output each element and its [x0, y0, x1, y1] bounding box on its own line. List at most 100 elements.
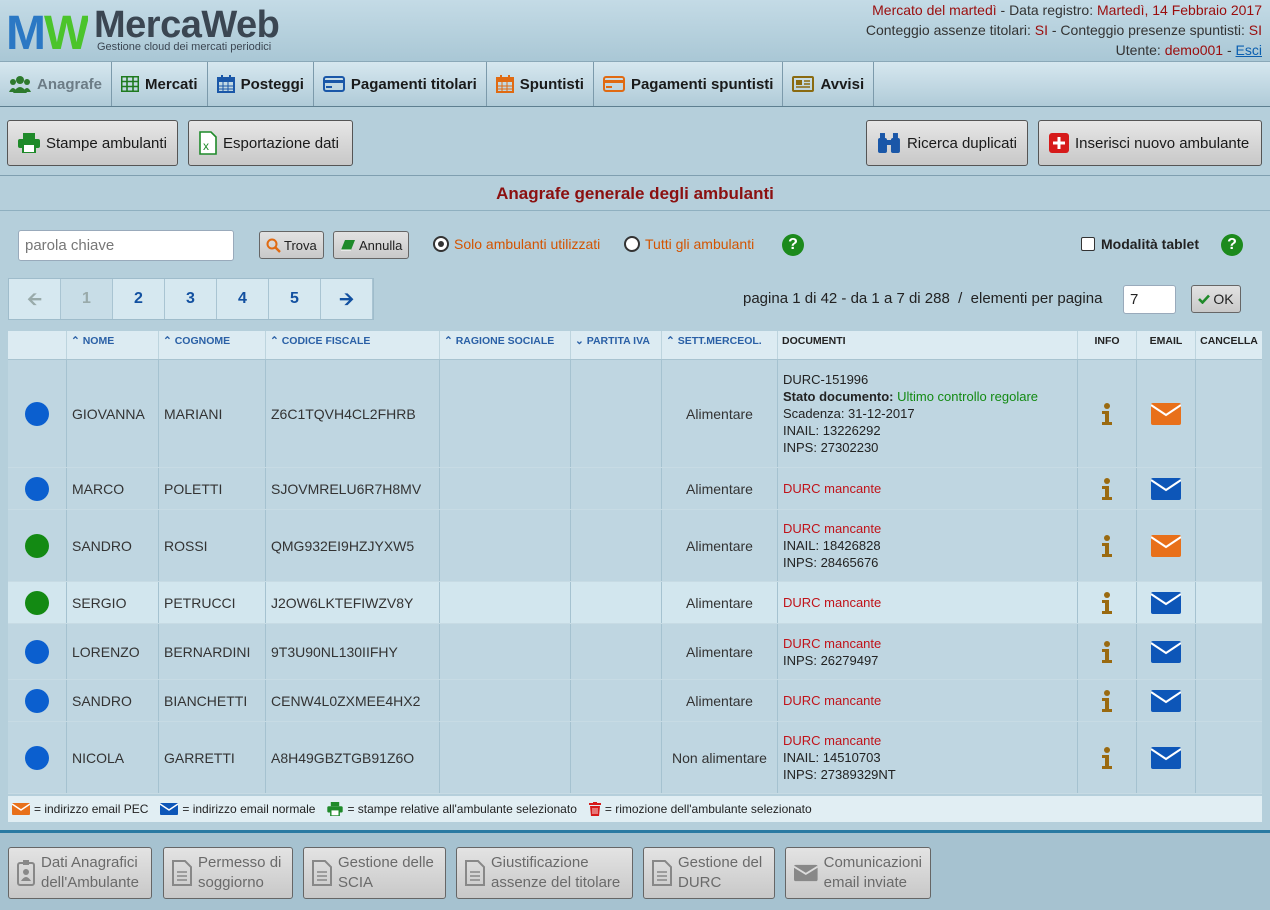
legend-normal-label: = indirizzo email normale	[182, 802, 316, 816]
export-button[interactable]: x Esportazione dati	[188, 120, 353, 166]
document-line: INAIL: 14510703	[783, 750, 881, 765]
sort-up-icon: ⌃	[163, 335, 175, 347]
grid-icon	[121, 76, 140, 92]
email-button[interactable]	[1137, 624, 1196, 679]
settore-cell: Alimentare	[662, 360, 778, 467]
page-link[interactable]: 1	[61, 279, 113, 319]
page-link[interactable]: 3	[165, 279, 217, 319]
document-line: INPS: 28465676	[783, 555, 879, 570]
info-button[interactable]	[1078, 360, 1137, 467]
status-dot-icon	[25, 590, 49, 615]
col-nome[interactable]: ⌃ NOME	[67, 331, 159, 359]
col-ragione-sociale[interactable]: ⌃ RAGIONE SOCIALE	[440, 331, 571, 359]
sent-emails-button[interactable]: Comunicazioni email inviate	[785, 847, 931, 899]
find-button[interactable]: Trova	[259, 231, 324, 259]
residence-permit-button[interactable]: Permesso di soggiorno	[163, 847, 293, 899]
tab-posteggi[interactable]: Posteggi	[208, 62, 314, 106]
plus-square-icon	[1049, 133, 1069, 153]
help-icon[interactable]: ?	[782, 234, 804, 256]
add-vendor-button[interactable]: Inserisci nuovo ambulante	[1038, 120, 1262, 166]
email-button[interactable]	[1137, 722, 1196, 793]
legend-delete-label: = rimozione dell'ambulante selezionato	[604, 802, 812, 816]
table-row[interactable]: GIOVANNA MARIANI Z6C1TQVH4CL2FHRB Alimentar…	[8, 360, 1262, 468]
info-icon	[1102, 402, 1112, 425]
legend-item: = indirizzo email normale	[160, 802, 315, 816]
logout-link[interactable]: Esci	[1236, 42, 1262, 58]
tab-pagamenti-spuntisti[interactable]: Pagamenti spuntisti	[594, 62, 784, 106]
table-row[interactable]: SANDRO BIANCHETTI CENW4L0ZXMEE4HX2 Alimenta…	[8, 680, 1262, 722]
settore-cell: Alimentare	[662, 468, 778, 509]
codice-fiscale-cell: A8H49GBZTGB91Z6O	[266, 722, 440, 793]
email-button[interactable]	[1137, 582, 1196, 623]
page-link[interactable]: 5	[269, 279, 321, 319]
printer-icon	[327, 802, 344, 816]
delete-cell	[1196, 680, 1262, 721]
user-label: Utente:	[1115, 42, 1165, 58]
help-icon[interactable]: ?	[1221, 234, 1243, 256]
info-button[interactable]	[1078, 624, 1137, 679]
info-button[interactable]	[1078, 582, 1137, 623]
document-icon	[465, 860, 485, 886]
tab-avvisi[interactable]: Avvisi	[783, 62, 875, 106]
radio-all-vendors[interactable]: Tutti gli ambulanti	[624, 236, 754, 252]
radio-used-vendors[interactable]: Solo ambulanti utilizzati	[433, 236, 600, 252]
per-page-input[interactable]: 7	[1123, 285, 1176, 314]
tablet-mode-checkbox[interactable]: Modalità tablet	[1081, 236, 1199, 252]
col-settore[interactable]: ⌃ SETT.MERCEOL.	[662, 331, 778, 359]
cancel-button[interactable]: Annulla	[333, 231, 410, 259]
info-button[interactable]	[1078, 468, 1137, 509]
status-cell	[8, 510, 67, 581]
duplicates-button[interactable]: Ricerca duplicati	[866, 120, 1028, 166]
legend-item: = rimozione dell'ambulante selezionato	[588, 802, 812, 816]
tab-pagamenti-titolari[interactable]: Pagamenti titolari	[314, 62, 487, 106]
table-row[interactable]: LORENZO BERNARDINI 9T3U90NL130IIFHY Aliment…	[8, 624, 1262, 680]
page-link[interactable]: 2	[113, 279, 165, 319]
document-line: INPS: 27302230	[783, 440, 879, 455]
col-codice-fiscale[interactable]: ⌃ CODICE FISCALE	[266, 331, 440, 359]
partita-iva-cell	[571, 722, 662, 793]
table-row[interactable]: SANDRO ROSSI QMG932EI9HZJYXW5 Alimentare DUR…	[8, 510, 1262, 582]
envelope-icon	[160, 803, 179, 815]
page-link[interactable]: 4	[217, 279, 269, 319]
col-partita-iva[interactable]: ⌄ PARTITA IVA	[571, 331, 662, 359]
search-input[interactable]	[18, 230, 234, 261]
scia-button[interactable]: Gestione delle SCIA	[303, 847, 446, 899]
svg-text:x: x	[203, 139, 209, 153]
tab-mercati[interactable]: Mercati	[112, 62, 208, 106]
legend-pec-label: = indirizzo email PEC	[34, 802, 149, 816]
col-info: INFO	[1078, 331, 1137, 359]
status-cell	[8, 360, 67, 467]
info-button[interactable]	[1078, 722, 1137, 793]
ok-button[interactable]: OK	[1191, 285, 1241, 313]
email-button[interactable]	[1137, 468, 1196, 509]
info-icon	[1102, 591, 1112, 614]
vendors-table: ⌃ NOME ⌃ COGNOME ⌃ CODICE FISCALE ⌃ RAGI…	[8, 331, 1262, 794]
table-row[interactable]: NICOLA GARRETTI A8H49GBZTGB91Z6O Non alimen…	[8, 722, 1262, 794]
info-button[interactable]	[1078, 680, 1137, 721]
col-cancella: CANCELLA	[1200, 335, 1258, 347]
col-cognome[interactable]: ⌃ COGNOME	[159, 331, 266, 359]
absences-justification-button[interactable]: Giustificazione assenze del titolare	[456, 847, 633, 899]
email-button[interactable]	[1137, 360, 1196, 467]
newspaper-icon	[792, 76, 815, 92]
tab-spuntisti[interactable]: Spuntisti	[487, 62, 594, 106]
tab-label: Spuntisti	[519, 75, 584, 93]
ragione-sociale-cell	[440, 510, 571, 581]
email-button[interactable]	[1137, 510, 1196, 581]
settore-cell: Alimentare	[662, 624, 778, 679]
info-icon	[1102, 534, 1112, 557]
table-row[interactable]: MARCO POLETTI SJOVMRELU6R7H8MV Alimentare DU…	[8, 468, 1262, 510]
prev-page-arrow-icon[interactable]: 🡨	[9, 279, 61, 319]
print-button[interactable]: Stampe ambulanti	[7, 120, 178, 166]
durc-button[interactable]: Gestione del DURC	[643, 847, 775, 899]
email-button[interactable]	[1137, 680, 1196, 721]
table-row[interactable]: SERGIO PETRUCCI J2OW6LKTEFIWZV8Y Alimentare…	[8, 582, 1262, 624]
vendor-data-button[interactable]: Dati Anagrafici dell'Ambulante	[8, 847, 152, 899]
search-icon	[266, 238, 281, 253]
envelope-icon	[1151, 746, 1181, 769]
envelope-pec-icon	[1151, 402, 1181, 425]
next-page-arrow-icon[interactable]: 🡪	[321, 279, 373, 319]
tab-anagrafe[interactable]: Anagrafe	[0, 62, 113, 106]
documents-cell: DURC mancante	[778, 680, 1078, 721]
info-button[interactable]	[1078, 510, 1137, 581]
